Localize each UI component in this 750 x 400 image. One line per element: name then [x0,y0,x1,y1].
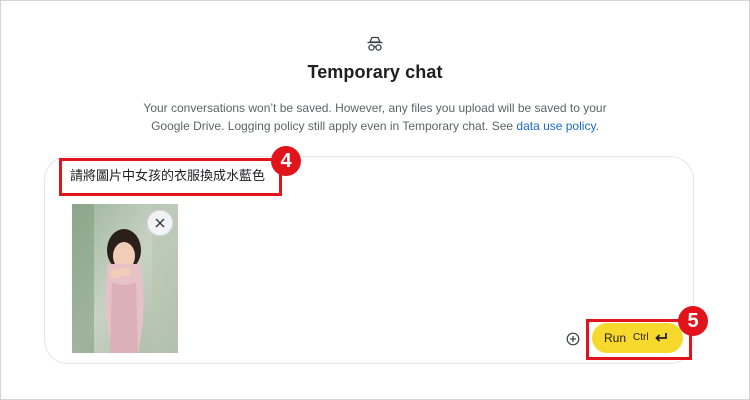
prompt-input[interactable]: 請將圖片中女孩的衣服換成水藍色 [59,158,282,196]
notice-line-2-text: Google Drive. Logging policy still apply… [151,119,517,133]
page-title: Temporary chat [307,62,443,82]
notice-suffix: . [595,119,599,133]
incognito-icon [366,36,384,52]
notice-line-1: Your conversations won’t be saved. Howev… [143,101,607,115]
add-content-button[interactable] [566,332,580,346]
close-icon [155,218,165,228]
run-label: Run [604,331,627,345]
temporary-chat-notice: Your conversations won’t be saved. Howev… [0,99,750,135]
notice-line-2: Google Drive. Logging policy still apply… [0,117,750,135]
data-use-policy-link[interactable]: data use policy [516,119,595,133]
step-badge-4: 4 [271,146,301,176]
enter-icon [654,332,668,346]
plus-circle-icon [566,332,580,346]
remove-attachment-button[interactable] [147,210,173,236]
run-button[interactable]: Run Ctrl [592,323,683,353]
shortcut-ctrl-label: Ctrl [633,332,649,343]
step-badge-5: 5 [678,306,708,336]
header [0,36,750,57]
